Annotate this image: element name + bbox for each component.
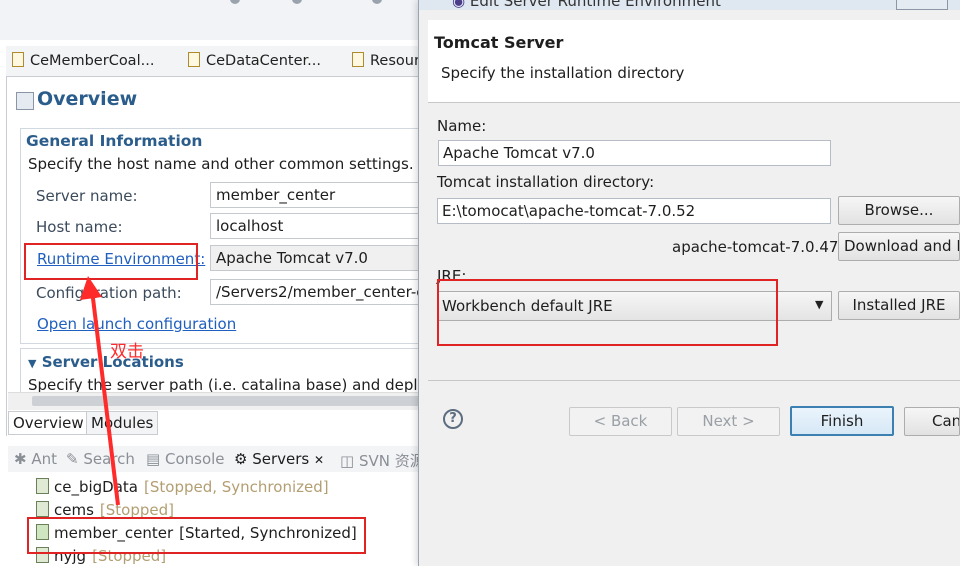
browse-button[interactable]: Browse... xyxy=(838,196,960,225)
help-icon[interactable]: ? xyxy=(443,409,463,429)
dialog-separator xyxy=(428,380,960,381)
name-field[interactable]: Apache Tomcat v7.0 xyxy=(438,140,831,166)
cancel-button[interactable]: Cancel xyxy=(904,407,960,436)
highlight-box-jre xyxy=(437,279,778,346)
window-control-button[interactable] xyxy=(896,0,948,10)
dialog-title-text: Edit Server Runtime Environment xyxy=(469,0,721,10)
dialog-header-description: Specify the installation directory xyxy=(441,64,685,82)
download-and-install-button[interactable]: Download and Ins xyxy=(838,232,960,261)
back-button[interactable]: < Back xyxy=(569,407,672,436)
chevron-down-icon[interactable]: ▼ xyxy=(815,298,823,311)
eclipse-icon: ◉ xyxy=(452,0,466,10)
install-dir-label: Tomcat installation directory: xyxy=(437,173,655,191)
install-dir-field[interactable]: E:\tomocat\apache-tomcat-7.0.52 xyxy=(437,198,831,224)
installed-jre-button[interactable]: Installed JRE xyxy=(838,291,960,320)
arrow-head xyxy=(80,276,102,300)
next-button[interactable]: Next > xyxy=(677,407,780,436)
finish-button[interactable]: Finish xyxy=(790,406,894,436)
name-label: Name: xyxy=(437,117,487,135)
annotation-text: 双击 xyxy=(110,342,144,362)
arrow-shaft xyxy=(90,289,120,506)
dialog-title: ◉ Edit Server Runtime Environment xyxy=(452,0,721,10)
download-version-label: apache-tomcat-7.0.47 xyxy=(672,238,839,256)
dialog-header-title: Tomcat Server xyxy=(434,33,564,52)
annotation-arrow xyxy=(80,276,120,506)
